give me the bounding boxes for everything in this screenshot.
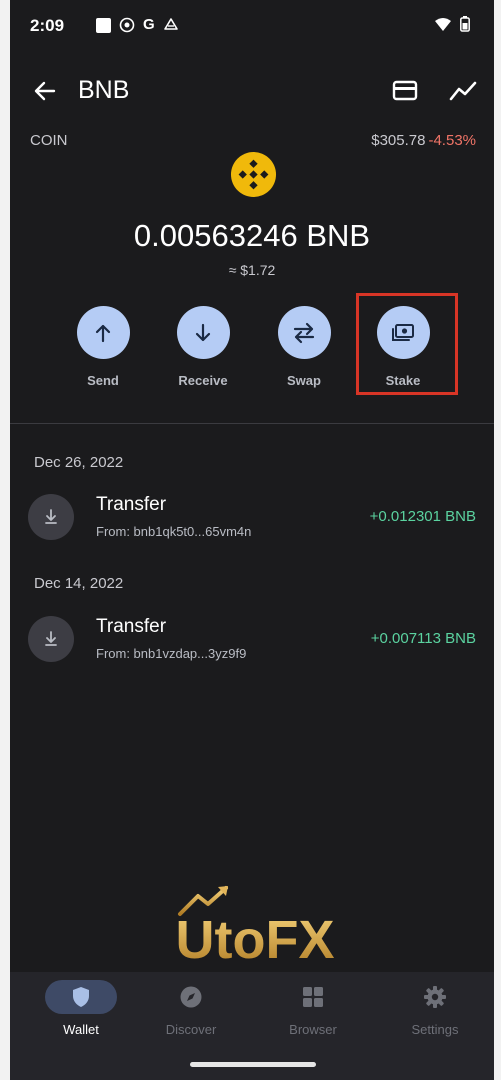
transaction-from: From: bnb1vzdap...3yz9f9 — [96, 646, 247, 661]
nav-browser[interactable]: Browser — [263, 980, 363, 1048]
swap-circle[interactable] — [277, 306, 331, 359]
coin-price-row: $305.78 -4.53% — [371, 132, 476, 149]
send-button[interactable]: Send — [65, 306, 141, 388]
status-bar: 2:09 G — [10, 0, 494, 54]
swap-icon — [293, 322, 315, 343]
card-icon[interactable] — [391, 78, 419, 104]
nav-discover[interactable]: Discover — [141, 980, 241, 1048]
record-icon — [119, 17, 135, 33]
download-icon — [45, 631, 57, 646]
stake-highlight-box — [356, 293, 458, 395]
grid-icon — [303, 987, 323, 1007]
coin-price: $305.78 — [371, 132, 426, 149]
google-icon: G — [143, 16, 155, 33]
divider — [10, 423, 494, 424]
coin-change: -4.53% — [428, 132, 476, 149]
nav-settings-label: Settings — [411, 1022, 459, 1037]
notification-square-icon — [96, 17, 111, 33]
receive-button[interactable]: Receive — [165, 306, 241, 388]
back-arrow-icon[interactable] — [32, 78, 58, 104]
nav-settings-pill — [399, 980, 471, 1014]
trend-chart-icon[interactable] — [448, 78, 478, 104]
nav-discover-label: Discover — [165, 1022, 217, 1037]
send-circle[interactable] — [76, 306, 130, 359]
top-bar: BNB — [10, 64, 494, 120]
transaction-row[interactable]: Transfer From: bnb1vzdap...3yz9f9 +0.007… — [10, 608, 494, 668]
watermark-text: UtoFX — [176, 910, 335, 964]
download-icon — [45, 509, 57, 524]
transaction-row[interactable]: Transfer From: bnb1qk5t0...65vm4n +0.012… — [10, 486, 494, 546]
receive-tx-icon-circle — [28, 494, 74, 540]
nav-wallet-pill — [45, 980, 117, 1014]
home-indicator[interactable] — [190, 1062, 316, 1067]
swap-button[interactable]: Swap — [266, 306, 342, 388]
send-label: Send — [87, 373, 119, 388]
nav-browser-pill — [277, 980, 349, 1014]
gear-icon — [424, 986, 446, 1008]
nav-settings[interactable]: Settings — [385, 980, 485, 1048]
compass-icon — [180, 986, 202, 1008]
drive-icon — [163, 18, 178, 30]
battery-icon — [460, 16, 470, 32]
bnb-logo-icon — [230, 151, 277, 198]
swap-label: Swap — [287, 373, 321, 388]
nav-discover-pill — [155, 980, 227, 1014]
transaction-amount: +0.007113 BNB — [370, 630, 476, 647]
status-icons-right — [434, 16, 470, 32]
transaction-amount: +0.012301 BNB — [369, 508, 476, 525]
page-title: BNB — [78, 76, 130, 104]
status-time: 2:09 — [30, 16, 65, 35]
status-icons-left: G — [96, 17, 179, 33]
transaction-from: From: bnb1qk5t0...65vm4n — [96, 524, 252, 539]
balance-fiat: ≈ $1.72 — [228, 262, 276, 278]
arrow-up-icon — [95, 324, 111, 342]
nav-wallet[interactable]: Wallet — [31, 980, 131, 1048]
receive-tx-icon-circle — [28, 616, 74, 662]
balance-amount: 0.00563246 BNB — [133, 218, 371, 253]
phone-screen: 2:09 G BNB COIN $305.78 -4.53% 0.0056324… — [10, 0, 494, 1080]
coin-label: COIN — [30, 132, 68, 149]
receive-circle[interactable] — [176, 306, 230, 359]
nav-wallet-label: Wallet — [63, 1022, 99, 1037]
transaction-date: Dec 26, 2022 — [34, 454, 124, 471]
shield-icon — [73, 987, 89, 1007]
receive-label: Receive — [178, 373, 228, 388]
nav-browser-label: Browser — [289, 1022, 337, 1037]
utofx-watermark-logo: UtoFX — [176, 886, 335, 964]
transaction-title: Transfer — [96, 494, 167, 515]
arrow-down-icon — [195, 323, 211, 341]
transaction-date: Dec 14, 2022 — [34, 575, 124, 592]
transaction-title: Transfer — [96, 616, 167, 637]
wifi-icon — [435, 17, 451, 31]
